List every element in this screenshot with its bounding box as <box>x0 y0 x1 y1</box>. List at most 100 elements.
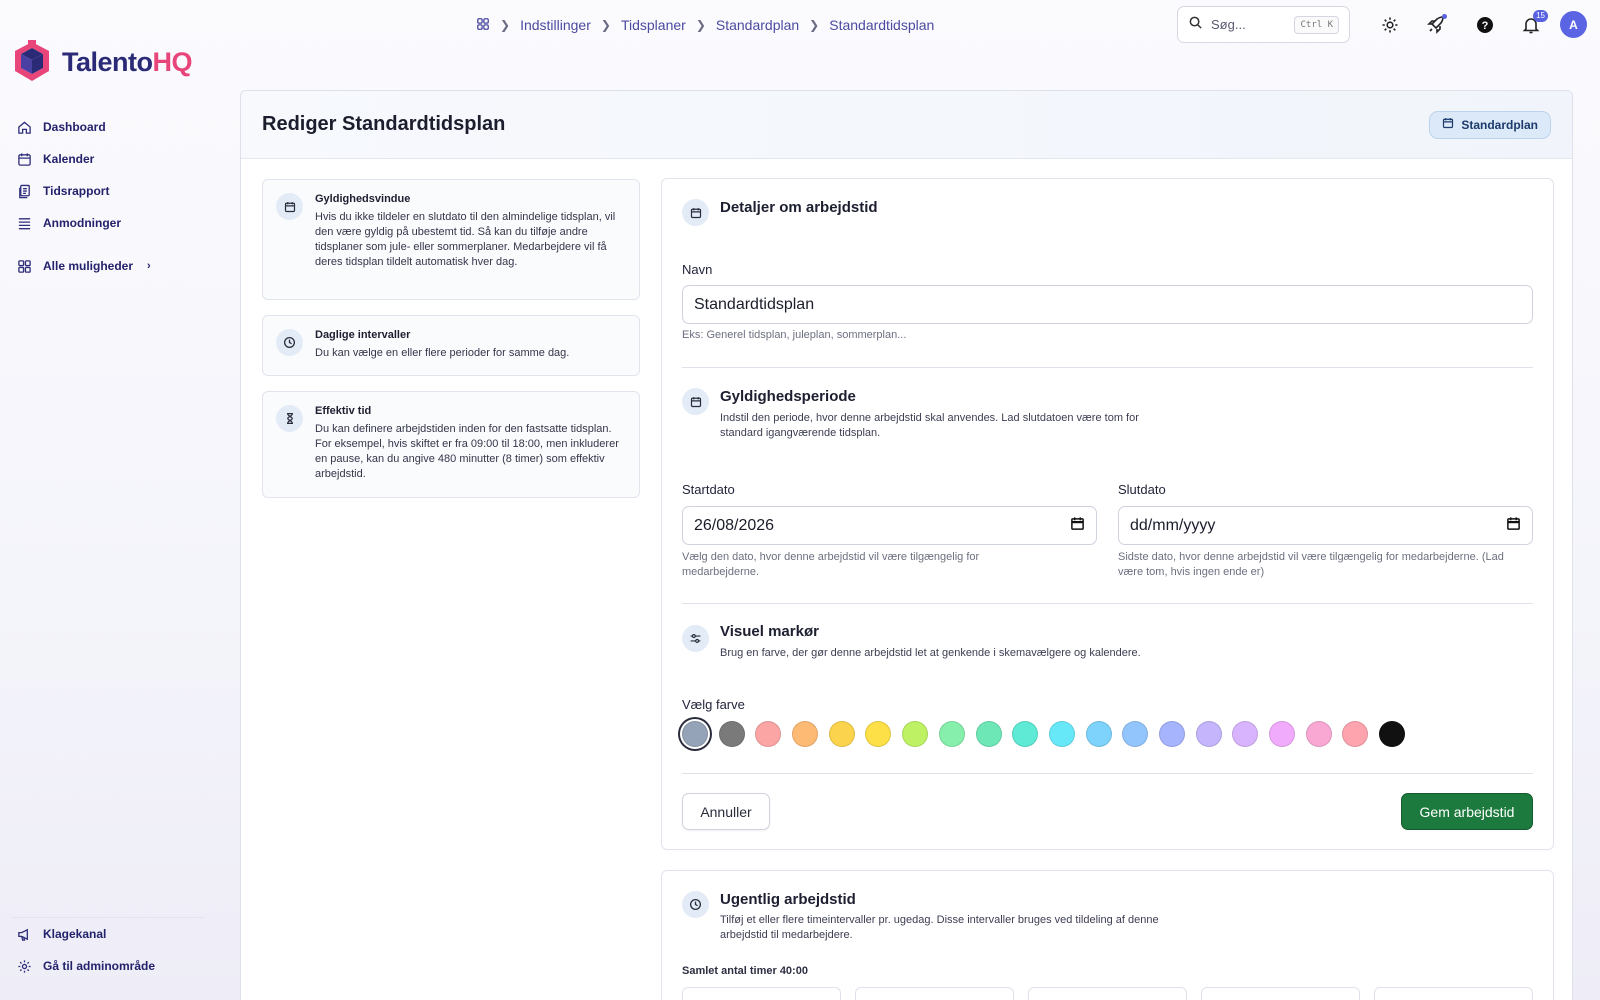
breadcrumb-item[interactable]: Standardplan <box>716 17 799 33</box>
calendar-icon <box>682 199 709 226</box>
section-title: Visuel markør <box>720 623 819 640</box>
day-column[interactable] <box>855 987 1014 1000</box>
color-swatch[interactable] <box>682 721 708 747</box>
section-description: Tilføj et eller flere timeintervaller pr… <box>720 914 1159 941</box>
day-column[interactable] <box>1201 987 1360 1000</box>
color-swatch[interactable] <box>755 721 782 747</box>
info-card-title: Gyldighedsvindue <box>315 193 411 205</box>
day-column[interactable] <box>682 987 841 1000</box>
sidebar-item-label: Dashboard <box>43 120 106 134</box>
color-swatch[interactable] <box>792 721 819 747</box>
sidebar-item-klagekanal[interactable]: Klagekanal <box>16 918 216 950</box>
list-icon <box>16 215 33 232</box>
color-swatch[interactable] <box>1342 721 1369 747</box>
sidebar-item-label: Klagekanal <box>43 927 107 941</box>
sidebar-item-anmodninger[interactable]: Anmodninger <box>16 207 216 239</box>
grid-icon <box>16 258 33 275</box>
section-description: Indstil den periode, hvor denne arbejdst… <box>720 412 1139 439</box>
color-swatch[interactable] <box>938 721 965 747</box>
plan-chip[interactable]: Standardplan <box>1429 110 1551 139</box>
divider <box>682 367 1533 368</box>
info-card-text: Du kan vælge en eller flere perioder for… <box>315 347 570 359</box>
megaphone-icon <box>16 926 33 943</box>
sidebar-item-label: Tidsrapport <box>43 184 110 198</box>
divider <box>682 773 1533 774</box>
home-icon <box>16 119 33 136</box>
section-description: Brug en farve, der gør denne arbejdstid … <box>720 647 1141 659</box>
calendar-icon <box>1442 117 1454 132</box>
color-swatch[interactable] <box>1232 721 1259 747</box>
search-placeholder: Søg... <box>1211 17 1246 32</box>
color-swatch[interactable] <box>828 721 855 747</box>
apps-grid-icon[interactable] <box>476 17 490 34</box>
color-swatch[interactable] <box>1305 721 1332 747</box>
rocket-notification-dot <box>1442 14 1447 19</box>
start-date-value: 26/08/2026 <box>694 516 775 534</box>
section-title: Detaljer om arbejdstid <box>720 199 878 216</box>
bell-icon[interactable]: 15 <box>1518 10 1548 38</box>
color-swatch[interactable] <box>1085 721 1112 747</box>
color-swatch[interactable] <box>1195 721 1222 747</box>
info-card-text: Hvis du ikke tildeler en slutdato til de… <box>315 211 616 268</box>
day-column[interactable] <box>1028 987 1187 1000</box>
sidebar-nav: Dashboard Kalender Tidsrapport Anmodning… <box>16 111 216 282</box>
start-date-label: Startdato <box>682 482 735 497</box>
info-card-validity: Gyldighedsvindue Hvis du ikke tildeler e… <box>262 179 640 300</box>
calendar-picker-icon[interactable] <box>1070 516 1085 536</box>
end-date-field[interactable]: dd/mm/yyyy <box>1118 506 1533 545</box>
color-swatch[interactable] <box>975 721 1002 747</box>
sidebar-item-all-options[interactable]: Alle muligheder › <box>16 250 216 282</box>
calendar-icon <box>276 193 303 220</box>
calendar-icon <box>16 151 33 168</box>
notification-count-badge: 15 <box>1533 10 1548 22</box>
sidebar-item-kalender[interactable]: Kalender <box>16 143 216 175</box>
end-date-placeholder: dd/mm/yyyy <box>1130 516 1216 534</box>
end-date-label: Slutdato <box>1118 482 1166 497</box>
day-column[interactable] <box>1374 987 1533 1000</box>
section-title: Gyldighedsperiode <box>720 388 856 405</box>
color-swatch[interactable] <box>1158 721 1185 747</box>
cancel-button[interactable]: Annuller <box>682 793 770 830</box>
chevron-right-icon: › <box>147 260 151 272</box>
color-swatch[interactable] <box>718 721 745 747</box>
color-swatch[interactable] <box>902 721 929 747</box>
chevron-right-icon: ❯ <box>500 18 511 32</box>
logo[interactable]: TalentoHQ <box>12 40 192 84</box>
sidebar-item-label: Kalender <box>43 152 95 166</box>
chevron-right-icon: ❯ <box>600 18 611 32</box>
sidebar-item-dashboard[interactable]: Dashboard <box>16 111 216 143</box>
color-swatch[interactable] <box>1048 721 1075 747</box>
color-swatch[interactable] <box>1122 721 1149 747</box>
settings-gear-icon[interactable] <box>1377 12 1403 38</box>
color-swatch[interactable] <box>1012 721 1039 747</box>
name-field[interactable]: Standardtidsplan <box>682 285 1533 324</box>
sidebar-item-label: Alle muligheder <box>43 259 134 273</box>
rocket-icon[interactable] <box>1423 12 1449 38</box>
sidebar-item-tidsrapport[interactable]: Tidsrapport <box>16 175 216 207</box>
section-title: Ugentlig arbejdstid <box>720 891 856 908</box>
report-icon <box>16 183 33 200</box>
sidebar-item-admin[interactable]: Gå til adminområde <box>16 950 216 982</box>
start-date-field[interactable]: 26/08/2026 <box>682 506 1097 545</box>
name-field-value: Standardtidsplan <box>694 295 815 313</box>
color-swatch[interactable] <box>1269 721 1295 747</box>
page-title: Rediger Standardtidsplan <box>262 113 506 135</box>
page-header: Rediger Standardtidsplan Standardplan <box>241 91 1572 159</box>
color-swatch[interactable] <box>1379 721 1406 747</box>
gear-icon <box>16 958 33 975</box>
calendar-picker-icon[interactable] <box>1506 516 1521 536</box>
info-card-title: Daglige intervaller <box>315 329 411 341</box>
breadcrumb-item-current[interactable]: Standardtidsplan <box>829 17 934 33</box>
save-button[interactable]: Gem arbejdstid <box>1401 793 1533 830</box>
avatar[interactable]: A <box>1560 11 1587 38</box>
breadcrumb-item[interactable]: Tidsplaner <box>621 17 686 33</box>
main-panel: Rediger Standardtidsplan Standardplan Gy… <box>240 90 1573 1000</box>
breadcrumb-item[interactable]: Indstillinger <box>520 17 591 33</box>
color-swatch[interactable] <box>865 721 892 747</box>
sidebar: TalentoHQ Dashboard Kalender Tidsrapport… <box>0 0 225 1000</box>
schedule-form: Detaljer om arbejdstid Navn Standardtids… <box>661 178 1554 850</box>
help-icon[interactable]: ? <box>1472 12 1498 38</box>
logo-text: TalentoHQ <box>62 46 192 77</box>
search-input[interactable]: Søg... Ctrl K <box>1177 6 1350 43</box>
divider <box>682 603 1533 604</box>
